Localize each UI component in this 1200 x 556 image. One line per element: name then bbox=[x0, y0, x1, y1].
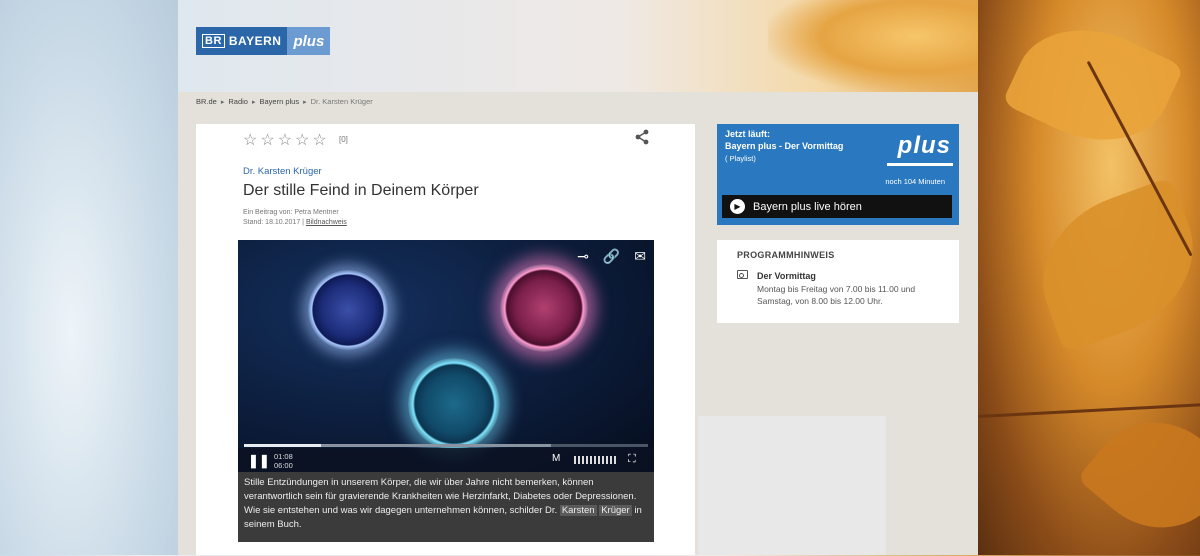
listen-live-label: Bayern plus live hören bbox=[753, 200, 862, 213]
background-left bbox=[0, 0, 178, 555]
volume-slider[interactable] bbox=[574, 456, 618, 464]
breadcrumb-link[interactable]: BR.de bbox=[196, 97, 217, 106]
star-icon[interactable]: ☆ bbox=[260, 130, 274, 150]
player-controls: ❚❚ 01:08 06:00 M ⛶ bbox=[238, 448, 654, 472]
breadcrumb-current: Dr. Karsten Krüger bbox=[310, 97, 373, 106]
date: Stand: 18.10.2017 bbox=[243, 219, 301, 226]
star-icon[interactable]: ☆ bbox=[278, 130, 292, 150]
program-description: Montag bis Freitag von 7.00 bis 11.00 un… bbox=[757, 284, 916, 306]
breadcrumb: BR.de ▸ Radio ▸ Bayern plus ▸ Dr. Karste… bbox=[196, 97, 373, 106]
logo-plus: plus bbox=[287, 27, 331, 55]
play-icon: ▶ bbox=[730, 199, 745, 214]
listen-live-button[interactable]: ▶ Bayern plus live hören bbox=[722, 195, 952, 218]
radio-icon bbox=[737, 270, 748, 279]
chevron-right-icon: ▸ bbox=[251, 98, 256, 106]
breadcrumb-link[interactable]: Radio bbox=[228, 97, 248, 106]
time-display: 01:08 06:00 bbox=[274, 452, 293, 470]
sidebar-placeholder bbox=[698, 416, 886, 555]
remaining-time: noch 104 Minuten bbox=[885, 177, 945, 186]
virus-illustration bbox=[308, 270, 388, 350]
plus-logo-text: plus bbox=[897, 132, 951, 159]
background-autumn-leaves bbox=[977, 0, 1200, 556]
program-note: PROGRAMMHINWEIS Der Vormittag Montag bis… bbox=[717, 240, 959, 323]
chevron-right-icon: ▸ bbox=[220, 98, 225, 106]
caption-highlight: Karsten bbox=[559, 505, 597, 516]
branch-decoration bbox=[977, 402, 1200, 418]
playlist-link[interactable]: ( Playlist) bbox=[725, 154, 756, 163]
mute-button[interactable]: M bbox=[552, 453, 560, 464]
program-heading: PROGRAMMHINWEIS bbox=[737, 250, 835, 260]
virus-illustration bbox=[500, 264, 588, 352]
program-title[interactable]: Der Vormittag bbox=[757, 271, 816, 281]
header-leaf-decoration bbox=[768, 0, 978, 92]
video-caption: Stille Entzündungen in unserem Körper, d… bbox=[238, 472, 654, 542]
star-icon[interactable]: ☆ bbox=[243, 130, 257, 150]
share-icon[interactable]: ⊸ bbox=[577, 248, 589, 265]
video-share-bar: ⊸ 🔗 ✉ bbox=[577, 248, 646, 265]
mail-icon[interactable]: ✉ bbox=[634, 248, 646, 265]
pause-button[interactable]: ❚❚ bbox=[248, 453, 270, 469]
leaf-decoration bbox=[1001, 3, 1185, 167]
article-title: Der stille Feind in Deinem Körper bbox=[243, 182, 479, 199]
chevron-right-icon: ▸ bbox=[303, 98, 307, 106]
now-playing-label: Jetzt läuft: bbox=[725, 129, 770, 139]
share-icon[interactable] bbox=[634, 129, 650, 145]
caption-highlight: Krüger bbox=[599, 505, 632, 516]
bayern-plus-logo[interactable]: BR BAYERN plus bbox=[196, 27, 331, 55]
byline: Ein Beitrag von: Petra Mentner bbox=[243, 209, 339, 216]
progress-bar[interactable] bbox=[244, 444, 648, 447]
star-icon[interactable]: ☆ bbox=[295, 130, 309, 150]
star-icon[interactable]: ☆ bbox=[312, 130, 326, 150]
plus-logo: plus bbox=[887, 132, 955, 176]
leaf-decoration bbox=[1020, 176, 1200, 354]
virus-illustration bbox=[408, 358, 500, 450]
video-player[interactable]: ⊸ 🔗 ✉ ❚❚ 01:08 06:00 M ⛶ bbox=[238, 240, 654, 472]
link-icon[interactable]: 🔗 bbox=[603, 248, 620, 265]
rating-count: [0] bbox=[339, 135, 348, 144]
article-card: ☆ ☆ ☆ ☆ ☆ [0] Dr. Karsten Krüger Der sti… bbox=[196, 124, 695, 555]
current-time: 01:08 bbox=[274, 452, 293, 461]
rating-stars[interactable]: ☆ ☆ ☆ ☆ ☆ bbox=[243, 130, 327, 150]
fullscreen-icon[interactable]: ⛶ bbox=[628, 453, 636, 466]
leaf-decoration bbox=[1076, 394, 1200, 556]
author-link[interactable]: Dr. Karsten Krüger bbox=[243, 166, 322, 177]
duration: 06:00 bbox=[274, 461, 293, 470]
logo-brand: BAYERN bbox=[228, 34, 282, 48]
article-meta: Ein Beitrag von: Petra Mentner Stand: 18… bbox=[243, 208, 347, 228]
now-playing-box: Jetzt läuft: Bayern plus - Der Vormittag… bbox=[717, 124, 959, 225]
image-credit-link[interactable]: Bildnachweis bbox=[306, 219, 347, 226]
progress-fill bbox=[244, 444, 321, 447]
page-container: BR BAYERN plus BR.de ▸ Radio ▸ Bayern pl… bbox=[178, 0, 978, 555]
breadcrumb-link[interactable]: Bayern plus bbox=[260, 97, 300, 106]
now-playing-show[interactable]: Bayern plus - Der Vormittag bbox=[725, 141, 843, 151]
meta-separator: | bbox=[302, 219, 304, 226]
site-header: BR BAYERN plus bbox=[178, 0, 978, 92]
br-logo: BR bbox=[202, 34, 225, 48]
